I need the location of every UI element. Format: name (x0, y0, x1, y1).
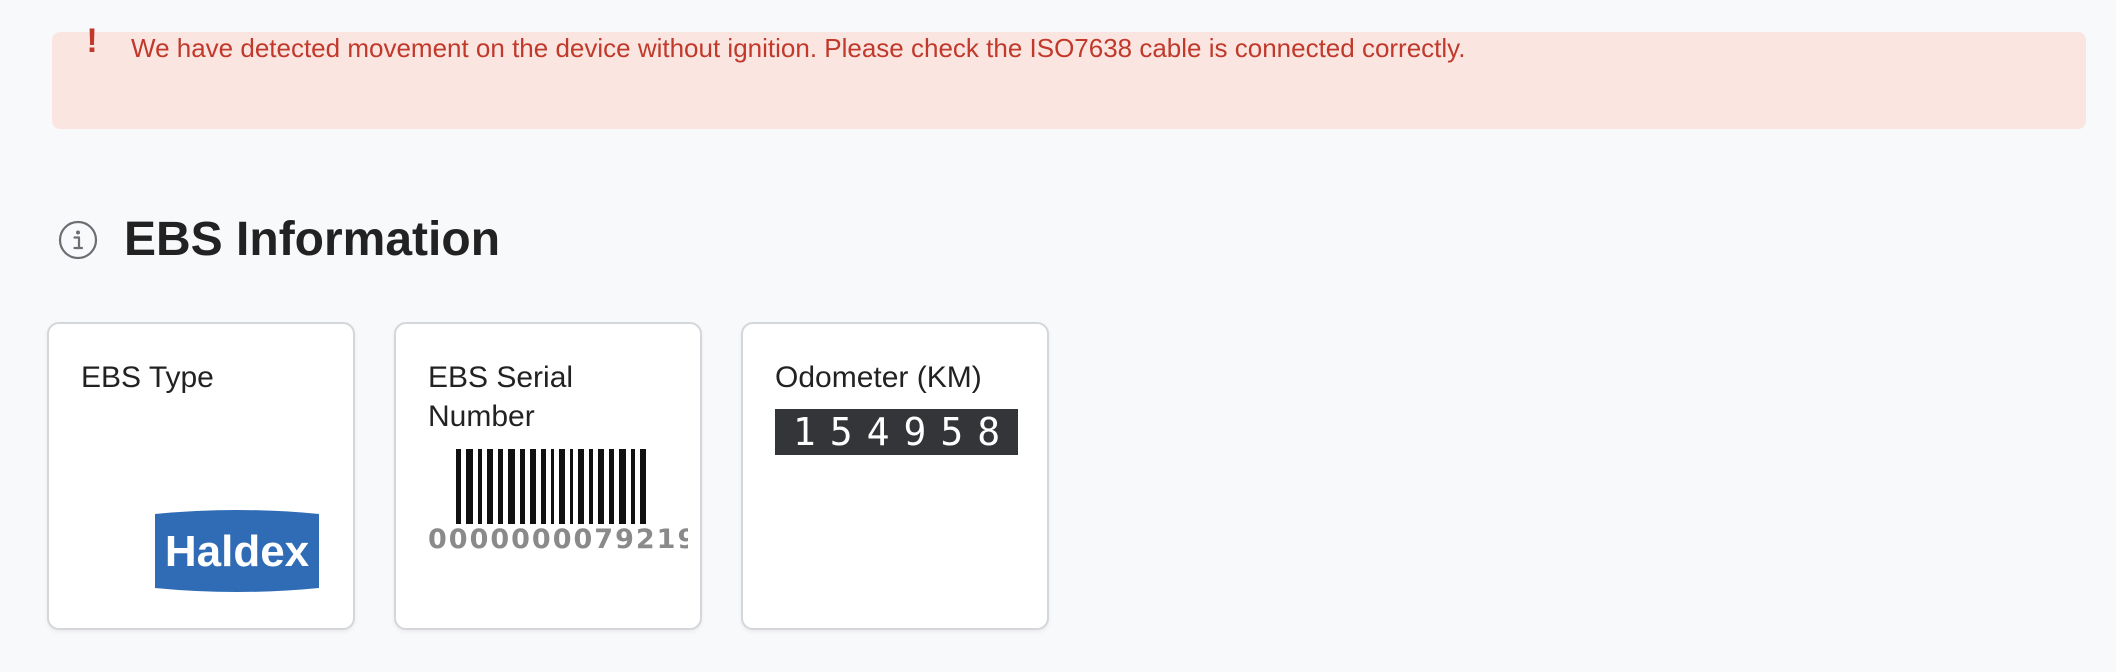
ebs-serial-card: EBS Serial Number 0000000079219 (394, 322, 702, 630)
info-icon (58, 220, 98, 260)
haldex-logo: Haldex (155, 510, 319, 592)
section-header: EBS Information (58, 212, 500, 268)
haldex-logo-text: Haldex (165, 527, 310, 576)
ebs-serial-label: EBS Serial Number (428, 361, 574, 433)
odometer-label: Odometer (KM) (775, 361, 982, 394)
alert-message: We have detected movement on the device … (131, 33, 1466, 63)
odometer-display: 154958 (775, 409, 1018, 455)
ebs-type-label: EBS Type (81, 361, 214, 394)
barcode-icon (456, 449, 646, 524)
exclamation-icon: ! (86, 22, 98, 60)
section-title: EBS Information (124, 213, 501, 266)
ebs-type-card: EBS Type Haldex (47, 322, 355, 630)
odometer-card: Odometer (KM) 154958 (741, 322, 1049, 630)
barcode-digits: 0000000079219 (428, 524, 688, 555)
odometer-value: 154958 (792, 410, 1015, 454)
